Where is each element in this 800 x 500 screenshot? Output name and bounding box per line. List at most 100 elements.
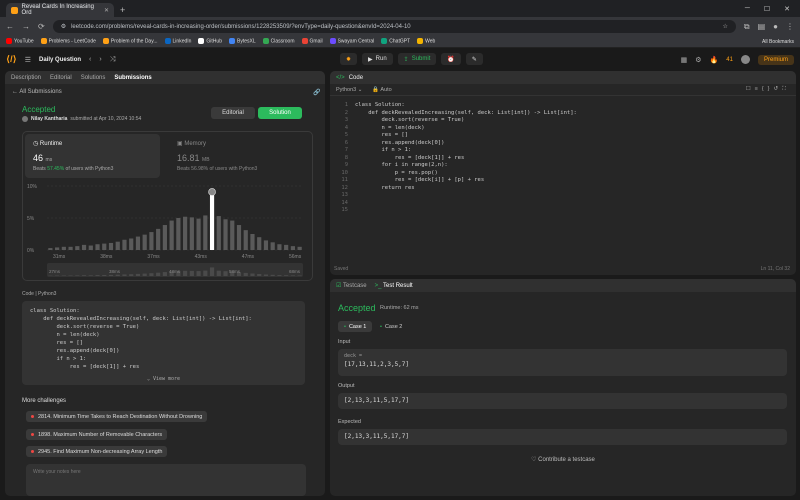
- bookmark-item[interactable]: Problems - LeetCode: [40, 38, 96, 45]
- chart-bar[interactable]: [129, 238, 134, 250]
- chart-bar[interactable]: [169, 220, 174, 250]
- problem-list-icon[interactable]: ☰: [25, 56, 31, 64]
- challenge-item[interactable]: 2814. Minimum Time Takes to Reach Destin…: [26, 411, 208, 422]
- tab-submissions[interactable]: Submissions: [114, 75, 151, 81]
- chart-bar[interactable]: [68, 246, 73, 250]
- back-icon[interactable]: ←: [6, 22, 14, 31]
- chart-bar[interactable]: [61, 246, 66, 250]
- submit-button[interactable]: ⇪ Submit: [397, 53, 437, 65]
- streak-count[interactable]: 41: [726, 57, 733, 63]
- chart-bar[interactable]: [236, 225, 242, 250]
- memory-card[interactable]: ▣ Memory 16.81 MB Beats 56.98% of users …: [171, 134, 306, 178]
- all-bookmarks[interactable]: All Bookmarks: [762, 39, 794, 45]
- reload-icon[interactable]: ⟳: [38, 22, 45, 31]
- profile-icon[interactable]: ●: [773, 22, 778, 31]
- chart-bar[interactable]: [263, 240, 269, 250]
- shuffle-icon[interactable]: ⤨: [110, 56, 116, 64]
- next-icon[interactable]: ›: [99, 56, 101, 63]
- tab-test-result[interactable]: >_ Test Result: [375, 283, 413, 289]
- code-editor[interactable]: 1 2 3 4 5 6 7 8 9 10 11 12 13 14 15 class Solution: de…: [330, 99, 796, 259]
- fullscreen-icon[interactable]: ⛶: [782, 86, 790, 92]
- chart-bar[interactable]: [55, 247, 60, 250]
- chart-bar[interactable]: [230, 220, 235, 250]
- chart-bar[interactable]: [48, 248, 53, 250]
- minimize-icon[interactable]: ─: [745, 5, 750, 13]
- chart-bar[interactable]: [196, 218, 201, 250]
- reset-icon[interactable]: ↺: [774, 86, 783, 92]
- all-submissions-link[interactable]: ← All Submissions: [12, 89, 62, 95]
- chart-bar-highlight[interactable]: [209, 194, 215, 250]
- extensions-icon[interactable]: ⧉: [744, 22, 750, 32]
- language-select[interactable]: Python3 ⌄: [336, 87, 362, 93]
- chart-bar[interactable]: [183, 216, 188, 250]
- chart-bar[interactable]: [243, 230, 248, 250]
- sidebar-icon[interactable]: ▤: [758, 22, 766, 31]
- bookmark-item[interactable]: GitHub: [198, 38, 222, 45]
- editorial-button[interactable]: Editorial: [211, 107, 255, 119]
- bookmark-item[interactable]: LinkedIn: [164, 38, 191, 45]
- chart-bar[interactable]: [75, 246, 80, 250]
- tab-description[interactable]: Description: [11, 75, 41, 81]
- chart-bar[interactable]: [149, 232, 154, 250]
- bookmark-item[interactable]: ChatGPT: [381, 38, 410, 45]
- bookmark-item[interactable]: Swayam Central: [329, 38, 374, 45]
- site-info-icon[interactable]: ⚙: [61, 23, 66, 30]
- chart-bar[interactable]: [81, 244, 87, 250]
- bookmark-item[interactable]: Gmail: [301, 38, 323, 45]
- chart-bar[interactable]: [277, 244, 282, 250]
- chart-bar[interactable]: [162, 225, 167, 250]
- close-tab-icon[interactable]: ✕: [104, 7, 109, 14]
- auto-toggle[interactable]: 🔒 Auto: [372, 87, 391, 93]
- new-tab-icon[interactable]: +: [120, 5, 125, 15]
- bookmark-star-icon[interactable]: ☆: [722, 23, 727, 30]
- prev-icon[interactable]: ‹: [89, 56, 91, 63]
- chart-bar[interactable]: [156, 228, 161, 250]
- bookmark-link-icon[interactable]: 🔗: [313, 89, 320, 96]
- leetcode-logo-icon[interactable]: ⟨/⟩: [6, 54, 17, 65]
- contribute-testcase-link[interactable]: ♡ Contribute a testcase: [330, 456, 796, 463]
- debug-icon[interactable]: ✸: [340, 53, 358, 65]
- challenge-item[interactable]: 1898. Maximum Number of Removable Charac…: [26, 429, 168, 440]
- browser-tab[interactable]: Reveal Cards In Increasing Ord ✕: [6, 3, 114, 17]
- chart-bar[interactable]: [290, 246, 295, 250]
- bookmark-item[interactable]: YouTube: [6, 38, 34, 45]
- runtime-card[interactable]: ◷ Runtime 46 ms Beats 57.45% of users wi…: [25, 134, 160, 178]
- braces-icon[interactable]: {}: [762, 86, 774, 92]
- chart-bar[interactable]: [115, 241, 120, 250]
- notes-icon[interactable]: ✎: [465, 53, 483, 65]
- bookmark-item[interactable]: BytesXL: [228, 38, 256, 45]
- chart-bar[interactable]: [135, 236, 141, 250]
- challenge-item[interactable]: 2945. Find Maximum Non-decreasing Array …: [26, 446, 168, 457]
- premium-button[interactable]: Premium: [757, 54, 794, 65]
- chart-bar[interactable]: [203, 215, 208, 250]
- chart-bar[interactable]: [122, 239, 127, 250]
- chart-bar[interactable]: [284, 244, 289, 250]
- chart-bar[interactable]: [250, 234, 255, 250]
- chart-bar[interactable]: [176, 218, 181, 250]
- bookmark-icon[interactable]: ☐: [746, 86, 755, 92]
- chart-bar[interactable]: [223, 219, 228, 250]
- bookmark-item[interactable]: Problem of the Day...: [102, 38, 158, 45]
- author-name[interactable]: Nilay Kantharia: [31, 116, 67, 122]
- bookmark-item[interactable]: Web: [417, 38, 435, 45]
- settings-icon[interactable]: ⚙: [695, 56, 701, 64]
- timer-icon[interactable]: ⏰: [441, 53, 461, 65]
- maximize-icon[interactable]: ☐: [764, 5, 770, 13]
- forward-icon[interactable]: →: [22, 22, 30, 31]
- case-2-tab[interactable]: • Case 2: [374, 321, 408, 332]
- chart-bar[interactable]: [88, 245, 93, 250]
- chart-bar[interactable]: [297, 246, 302, 250]
- chart-bar[interactable]: [102, 243, 107, 250]
- case-1-tab[interactable]: • Case 1: [338, 321, 373, 332]
- chart-bar[interactable]: [95, 244, 100, 250]
- chart-bar[interactable]: [189, 217, 194, 250]
- chart-bar[interactable]: [257, 237, 262, 250]
- avatar[interactable]: [740, 55, 750, 64]
- layout-icon[interactable]: ▦: [681, 56, 688, 64]
- daily-question-title[interactable]: Daily Question: [39, 57, 81, 63]
- url-input[interactable]: ⚙ leetcode.com/problems/reveal-cards-in-…: [52, 20, 736, 33]
- bookmark-item[interactable]: Classroom: [262, 38, 295, 45]
- tab-editorial[interactable]: Editorial: [50, 75, 72, 81]
- tab-testcase[interactable]: ☑ Testcase: [336, 282, 367, 289]
- close-window-icon[interactable]: ✕: [784, 5, 790, 13]
